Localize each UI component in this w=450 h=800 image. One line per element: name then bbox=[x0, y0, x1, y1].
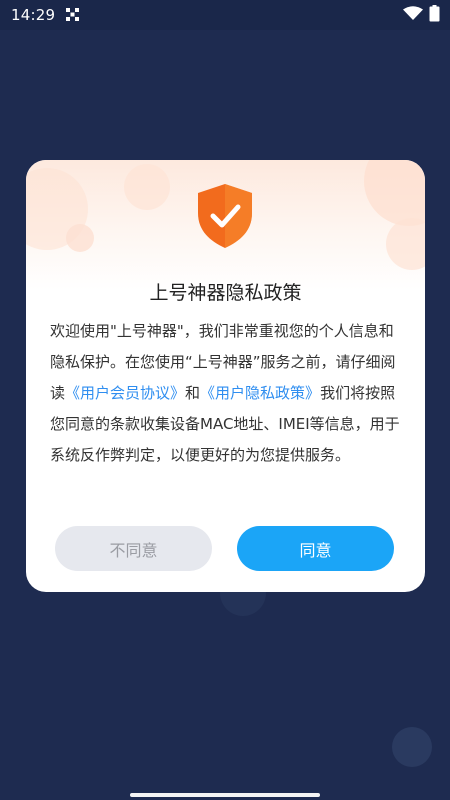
privacy-policy-link[interactable]: 《用户隐私政策》 bbox=[200, 384, 320, 402]
status-left: 14:29 bbox=[11, 6, 80, 25]
dialog-title: 上号神器隐私政策 bbox=[149, 282, 302, 304]
qr-code-icon bbox=[66, 6, 80, 25]
privacy-dialog: 上号神器隐私政策 欢迎使用"上号神器"，我们非常重视您的个人信息和隐私保护。在您… bbox=[26, 160, 425, 592]
background-decoration bbox=[392, 727, 432, 767]
header-decoration bbox=[66, 224, 94, 252]
agree-button[interactable]: 同意 bbox=[237, 526, 394, 571]
status-right bbox=[403, 4, 440, 26]
dialog-body: 欢迎使用"上号神器"，我们非常重视您的个人信息和隐私保护。在您使用“上号神器”服… bbox=[50, 316, 408, 471]
status-time: 14:29 bbox=[11, 6, 56, 24]
body-text: 和 bbox=[185, 384, 201, 402]
disagree-button[interactable]: 不同意 bbox=[55, 526, 212, 571]
wifi-icon bbox=[403, 5, 423, 25]
battery-icon bbox=[429, 4, 440, 26]
status-bar: 14:29 bbox=[0, 0, 450, 30]
shield-check-icon bbox=[196, 183, 254, 249]
user-agreement-link[interactable]: 《用户会员协议》 bbox=[65, 384, 185, 402]
home-indicator bbox=[130, 793, 320, 797]
header-decoration bbox=[124, 164, 170, 210]
